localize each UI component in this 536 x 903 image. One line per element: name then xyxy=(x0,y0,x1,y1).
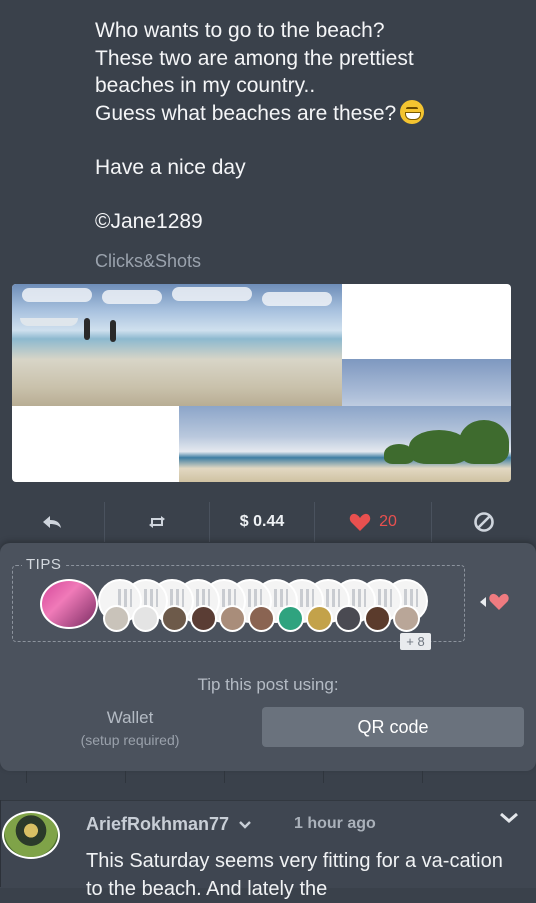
heart-icon xyxy=(489,593,509,611)
tipper-avatar xyxy=(393,605,420,632)
heart-icon xyxy=(349,513,371,531)
tipper-avatar xyxy=(335,605,362,632)
payout-amount: $ 0.44 xyxy=(239,513,285,530)
resteem-button[interactable] xyxy=(105,500,209,544)
qr-code-button[interactable]: QR code xyxy=(262,707,524,747)
flag-icon xyxy=(474,512,494,532)
like-count: 20 xyxy=(379,513,397,530)
cut-off-text-line xyxy=(95,0,101,7)
like-button[interactable]: 20 xyxy=(315,500,431,544)
hidden-action-strip xyxy=(26,771,536,783)
tipper-avatar xyxy=(306,605,333,632)
tipper-avatar xyxy=(219,605,246,632)
reply-button[interactable] xyxy=(0,500,104,544)
wallet-option[interactable]: Wallet (setup required) xyxy=(60,708,200,748)
left-rail xyxy=(0,800,1,887)
tips-panel: TIPS + 8 Tip this post using: Wallet (se… xyxy=(0,543,536,771)
triangle-left-icon xyxy=(480,597,486,607)
tipper-avatar xyxy=(161,605,188,632)
post-line-text: Guess what beaches are these? xyxy=(95,101,397,125)
tips-title: TIPS xyxy=(22,556,66,573)
comment-username[interactable]: AriefRokhman77 xyxy=(86,814,252,835)
chevron-down-icon[interactable] xyxy=(498,811,520,825)
tipper-avatars[interactable] xyxy=(28,579,428,632)
beach-photo-1 xyxy=(12,284,342,406)
comment-card: AriefRokhman77 1 hour ago This Saturday … xyxy=(0,800,536,900)
tipper-avatar xyxy=(277,605,304,632)
chevron-down-icon[interactable] xyxy=(238,820,252,830)
post-action-bar: $ 0.44 20 xyxy=(0,500,536,544)
more-tippers-badge[interactable]: + 8 xyxy=(400,633,431,650)
beach-photo-3 xyxy=(179,406,511,482)
tipper-avatar xyxy=(132,605,159,632)
grin-emoji-icon xyxy=(400,99,425,124)
resteem-icon xyxy=(149,516,165,528)
beach-photo-collage[interactable] xyxy=(12,284,511,482)
wallet-setup-note: (setup required) xyxy=(80,732,180,748)
comment-timestamp[interactable]: 1 hour ago xyxy=(294,815,376,833)
username-text: AriefRokhman77 xyxy=(86,814,230,834)
tipper-avatar xyxy=(248,605,275,632)
payout-value[interactable]: $ 0.44 xyxy=(210,500,314,544)
post-line: These two are among the prettiest xyxy=(95,46,414,70)
post-signature: ©Jane1289 xyxy=(95,210,203,233)
tip-using-label: Tip this post using: xyxy=(197,675,339,694)
post-closing: Have a nice day xyxy=(95,156,246,179)
avatar[interactable] xyxy=(2,811,60,859)
tip-heart-button[interactable] xyxy=(480,593,510,611)
post-line: Who wants to go to the beach? xyxy=(95,19,385,42)
post-line: Guess what beaches are these? xyxy=(95,99,515,128)
flag-button[interactable] xyxy=(432,500,536,544)
post-body: Who wants to go to the beach? These two … xyxy=(95,17,515,182)
post-tagline: Clicks&Shots xyxy=(95,251,202,271)
tipper-avatar-main xyxy=(40,579,98,629)
post-line: beaches in my country.. xyxy=(95,74,316,97)
reply-icon xyxy=(43,516,61,528)
tipper-avatar xyxy=(190,605,217,632)
wallet-label: Wallet xyxy=(106,708,154,727)
comment-text: This Saturday seems very fitting for a v… xyxy=(86,850,503,900)
tipper-avatar xyxy=(364,605,391,632)
tipper-avatar xyxy=(103,605,130,632)
